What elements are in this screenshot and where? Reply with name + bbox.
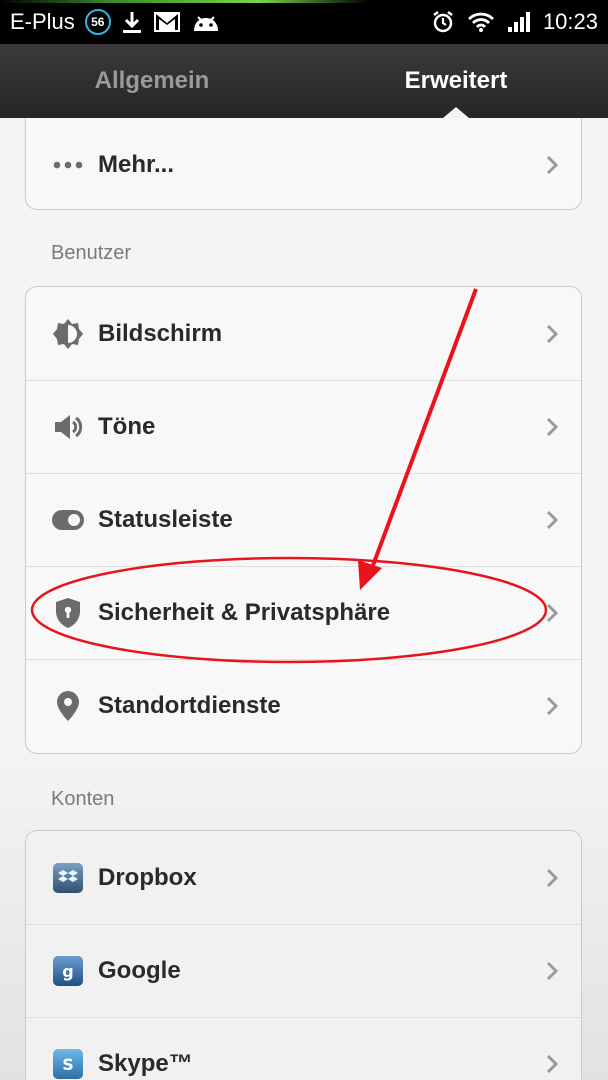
android-icon (191, 11, 221, 33)
selected-tab-indicator (443, 107, 469, 118)
settings-list[interactable]: Mehr... Benutzer Bildschirm Töne Statusl… (0, 118, 608, 1080)
row-label: Mehr... (98, 151, 175, 178)
notification-count-badge: 56 (84, 9, 111, 35)
skype-icon: S (50, 1046, 86, 1080)
row-label: Skype™ (98, 1050, 193, 1077)
chevron-right-icon (546, 696, 559, 716)
signal-icon (507, 11, 531, 33)
row-label: Statusleiste (98, 506, 233, 533)
google-icon: g (50, 953, 86, 989)
settings-row-bildschirm[interactable]: Bildschirm (26, 287, 581, 380)
brightness-icon (50, 316, 86, 352)
chevron-right-icon (546, 324, 559, 343)
settings-row-dropbox[interactable]: Dropbox (26, 831, 581, 924)
chevron-right-icon (546, 510, 559, 530)
section-header-konten: Konten (51, 788, 115, 810)
chevron-right-icon (546, 603, 559, 623)
row-label: Töne (98, 413, 156, 440)
settings-row-sicherheit[interactable]: Sicherheit & Privatsphäre (26, 566, 581, 659)
speaker-icon (50, 409, 86, 445)
tab-allgemein[interactable]: Allgemein (0, 44, 304, 118)
shield-icon (50, 595, 86, 631)
dropbox-icon (50, 860, 86, 896)
chevron-right-icon (546, 417, 559, 437)
settings-row-skype[interactable]: S Skype™ (26, 1017, 581, 1080)
gmail-icon (153, 11, 181, 33)
alarm-icon (431, 10, 455, 34)
more-dots-icon (50, 147, 86, 183)
settings-tab-bar: Allgemein Erweitert (0, 44, 608, 118)
row-label: Sicherheit & Privatsphäre (98, 599, 391, 626)
clock: 10:23 (542, 9, 598, 34)
status-bar-left: E-Plus 56 (10, 8, 221, 36)
chevron-right-icon (546, 868, 559, 887)
download-icon (121, 10, 143, 34)
toggle-icon (50, 502, 86, 538)
row-label: Standortdienste (98, 692, 281, 719)
signal-activity-strip (0, 0, 370, 3)
chevron-right-icon (546, 961, 559, 981)
accounts-settings-card: Dropbox g Google S Skype™ (25, 830, 582, 1080)
settings-row-standortdienste[interactable]: Standortdienste (26, 659, 581, 752)
status-bar: E-Plus 56 10:23 (0, 0, 608, 44)
top-settings-card: Mehr... (25, 118, 582, 210)
location-pin-icon (50, 688, 86, 724)
row-label: Bildschirm (98, 319, 223, 347)
settings-row-toene[interactable]: Töne (26, 380, 581, 473)
row-label: Google (98, 957, 181, 984)
chevron-right-icon (546, 155, 559, 175)
settings-row-statusleiste[interactable]: Statusleiste (26, 473, 581, 566)
chevron-right-icon (546, 1054, 559, 1074)
settings-row-mehr[interactable]: Mehr... (26, 118, 581, 209)
wifi-icon (467, 11, 495, 33)
settings-row-google[interactable]: g Google (26, 924, 581, 1017)
users-settings-card: Bildschirm Töne Statusleiste Sicherheit … (25, 286, 582, 754)
carrier-name: E-Plus (10, 9, 75, 34)
row-label: Dropbox (98, 863, 197, 891)
section-header-benutzer: Benutzer (51, 242, 132, 264)
status-bar-right: 10:23 (431, 8, 598, 36)
